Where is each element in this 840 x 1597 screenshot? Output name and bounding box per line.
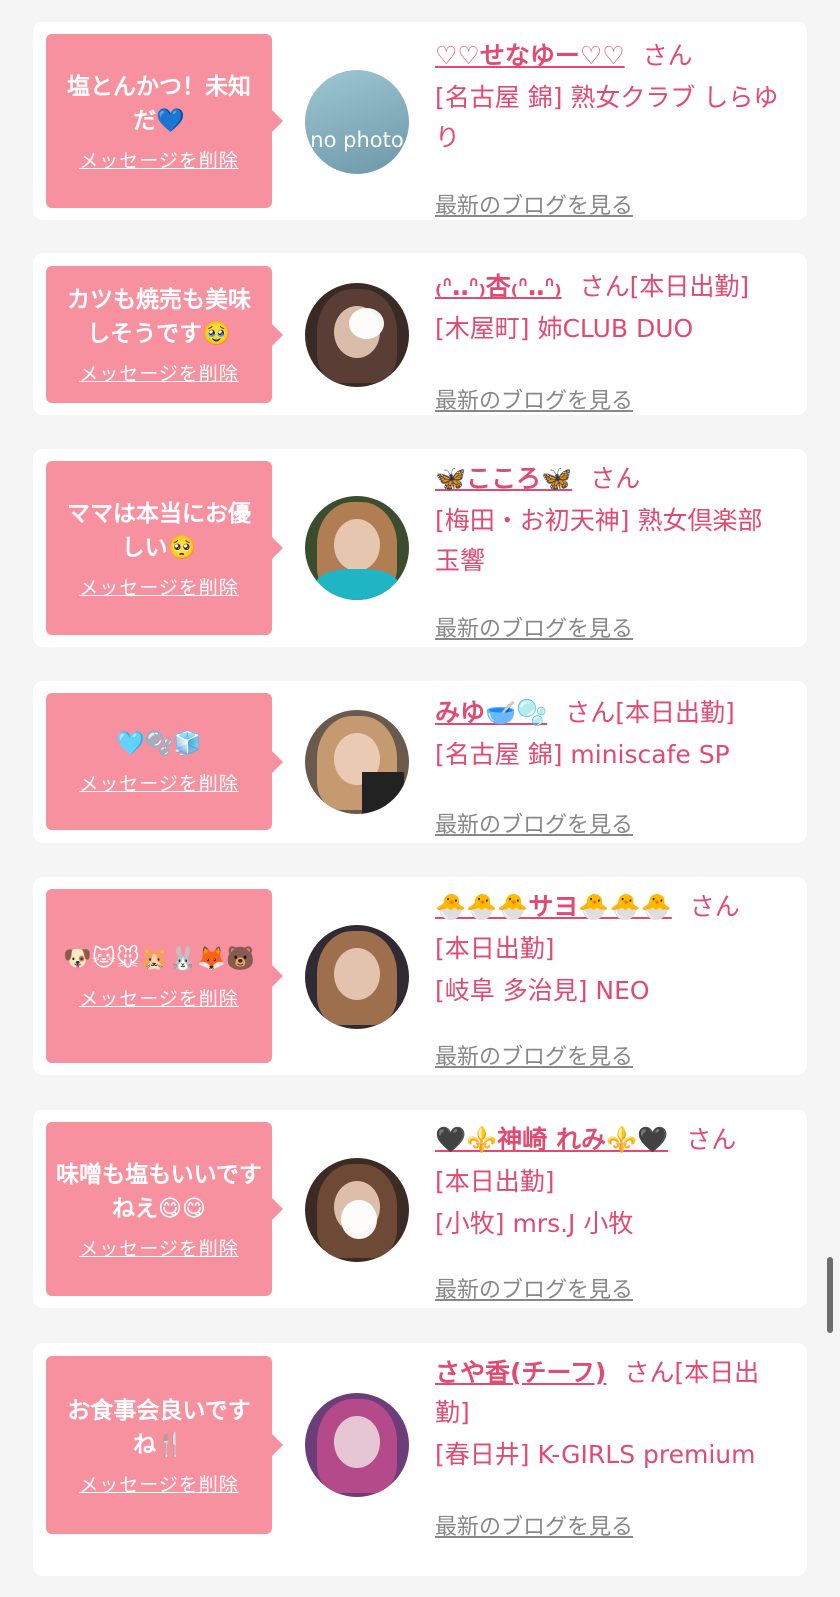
avatar[interactable]: [305, 1393, 409, 1497]
delete-message-link[interactable]: メッセージを削除: [79, 1470, 239, 1497]
name-suffix: さん: [689, 892, 740, 921]
message-card: 🐶🐱🐭🐹🐰🦊🐻 メッセージを削除 🐣🐣🐣サヨ🐣🐣🐣 さん [本日出勤] [岐阜 多…: [33, 877, 807, 1075]
delete-message-link[interactable]: メッセージを削除: [79, 1234, 239, 1261]
avatar[interactable]: [305, 925, 409, 1029]
delete-message-link[interactable]: メッセージを削除: [79, 769, 239, 796]
message-text: お食事会良いですね🍴: [67, 1397, 251, 1458]
name-suffix: さん[本日出: [624, 1358, 760, 1387]
avatar[interactable]: [305, 710, 409, 814]
message-text: 味噌も塩もいいですねえ😋😋: [56, 1161, 262, 1222]
latest-blog-link[interactable]: 最新のブログを見る: [435, 188, 633, 220]
latest-blog-link[interactable]: 最新のブログを見る: [435, 807, 633, 839]
profile-name-link[interactable]: さや香(チーフ): [435, 1358, 606, 1387]
delete-message-link[interactable]: メッセージを削除: [79, 573, 239, 600]
shop-name: [名古屋 錦] 熟女クラブ しらゆり: [435, 83, 779, 152]
work-status: [本日出勤]: [435, 934, 555, 963]
profile-name-link[interactable]: ♡♡せなゆー♡♡: [435, 41, 625, 70]
message-text: 🩵🫧🧊: [116, 731, 202, 757]
no-photo-label: no photo: [310, 128, 404, 152]
profile-info: 🖤⚜️神崎 れみ⚜️🖤 さん [本日出勤] [小牧] mrs.J 小牧 最新のブロ…: [435, 1120, 795, 1303]
message-card: 味噌も塩もいいですねえ😋😋 メッセージを削除 🖤⚜️神崎 れみ⚜️🖤 さん [本日…: [33, 1110, 807, 1308]
message-card: 🩵🫧🧊 メッセージを削除 みゆ🥣🫧 さん[本日出勤] [名古屋 錦] minisc…: [33, 681, 807, 843]
work-status: [本日出勤]: [435, 1167, 555, 1196]
latest-blog-link[interactable]: 最新のブログを見る: [435, 1272, 633, 1304]
delete-message-link[interactable]: メッセージを削除: [79, 146, 239, 173]
message-card: お食事会良いですね🍴 メッセージを削除 さや香(チーフ) さん[本日出 勤] [春…: [33, 1343, 807, 1576]
profile-name-link[interactable]: ₍ᐢ‥ᐢ₎杏₍ᐢ‥ᐢ₎: [435, 272, 562, 301]
profile-name-link[interactable]: 🦋こころ🦋: [435, 464, 572, 493]
scrollbar[interactable]: [827, 1257, 833, 1333]
profile-name-link[interactable]: みゆ🥣🫧: [435, 698, 547, 727]
message-bubble: ママは本当にお優しい🥺 メッセージを削除: [46, 461, 283, 635]
message-card: ママは本当にお優しい🥺 メッセージを削除 🦋こころ🦋 さん [梅田・お初天神] 熟…: [33, 449, 807, 647]
message-card: 塩とんかつ！未知だ💙 メッセージを削除 no photo ♡♡せなゆー♡♡ さん …: [33, 22, 807, 220]
latest-blog-link[interactable]: 最新のブログを見る: [435, 1039, 633, 1071]
avatar[interactable]: [305, 1158, 409, 1262]
message-card: カツも焼売も美味しそうです🥹 メッセージを削除 ₍ᐢ‥ᐢ₎杏₍ᐢ‥ᐢ₎ さん[本日…: [33, 253, 807, 415]
message-bubble: カツも焼売も美味しそうです🥹 メッセージを削除: [46, 266, 283, 403]
profile-name-link[interactable]: 🖤⚜️神崎 れみ⚜️🖤: [435, 1125, 668, 1154]
message-text: カツも焼売も美味しそうです🥹: [67, 287, 251, 347]
latest-blog-link[interactable]: 最新のブログを見る: [435, 1509, 633, 1541]
message-bubble: 味噌も塩もいいですねえ😋😋 メッセージを削除: [46, 1122, 283, 1296]
name-suffix: さん[本日出勤]: [579, 272, 750, 301]
latest-blog-link[interactable]: 最新のブログを見る: [435, 383, 633, 415]
shop-name: [小牧] mrs.J 小牧: [435, 1209, 634, 1238]
delete-message-link[interactable]: メッセージを削除: [79, 359, 239, 386]
avatar[interactable]: [305, 496, 409, 600]
name-suffix: さん: [642, 41, 693, 70]
name-suffix: さん: [686, 1125, 737, 1154]
profile-info: ♡♡せなゆー♡♡ さん [名古屋 錦] 熟女クラブ しらゆり 最新のブログを見る: [435, 36, 795, 219]
profile-info: ₍ᐢ‥ᐢ₎杏₍ᐢ‥ᐢ₎ さん[本日出勤] [木屋町] 姉CLUB DUO 最新のブ…: [435, 267, 795, 414]
message-bubble: 塩とんかつ！未知だ💙 メッセージを削除: [46, 34, 283, 208]
avatar[interactable]: [305, 283, 409, 387]
message-text: ママは本当にお優しい🥺: [67, 500, 251, 561]
message-bubble: お食事会良いですね🍴 メッセージを削除: [46, 1356, 283, 1534]
delete-message-link[interactable]: メッセージを削除: [79, 984, 239, 1011]
latest-blog-link[interactable]: 最新のブログを見る: [435, 611, 633, 643]
profile-info: さや香(チーフ) さん[本日出 勤] [春日井] K-GIRLS premium …: [435, 1353, 795, 1540]
message-bubble: 🐶🐱🐭🐹🐰🦊🐻 メッセージを削除: [46, 889, 283, 1063]
message-text: 🐶🐱🐭🐹🐰🦊🐻: [63, 945, 255, 972]
message-text: 塩とんかつ！未知だ💙: [67, 73, 251, 134]
profile-info: みゆ🥣🫧 さん[本日出勤] [名古屋 錦] miniscafe SP 最新のブログ…: [435, 693, 795, 838]
shop-name: [岐阜 多治見] NEO: [435, 976, 650, 1005]
shop-name: [名古屋 錦] miniscafe SP: [435, 740, 730, 769]
profile-name-link[interactable]: 🐣🐣🐣サヨ🐣🐣🐣: [435, 892, 672, 921]
shop-name: [梅田・お初天神] 熟女倶楽部 玉響: [435, 506, 763, 575]
name-suffix-continued: 勤]: [435, 1398, 470, 1427]
name-suffix: さん: [590, 464, 641, 493]
profile-info: 🐣🐣🐣サヨ🐣🐣🐣 さん [本日出勤] [岐阜 多治見] NEO 最新のブログを見る: [435, 887, 795, 1070]
shop-name: [春日井] K-GIRLS premium: [435, 1440, 756, 1469]
avatar[interactable]: no photo: [305, 70, 409, 174]
message-bubble: 🩵🫧🧊 メッセージを削除: [46, 693, 283, 830]
profile-info: 🦋こころ🦋 さん [梅田・お初天神] 熟女倶楽部 玉響 最新のブログを見る: [435, 459, 795, 642]
shop-name: [木屋町] 姉CLUB DUO: [435, 314, 694, 343]
name-suffix: さん[本日出勤]: [565, 698, 735, 727]
